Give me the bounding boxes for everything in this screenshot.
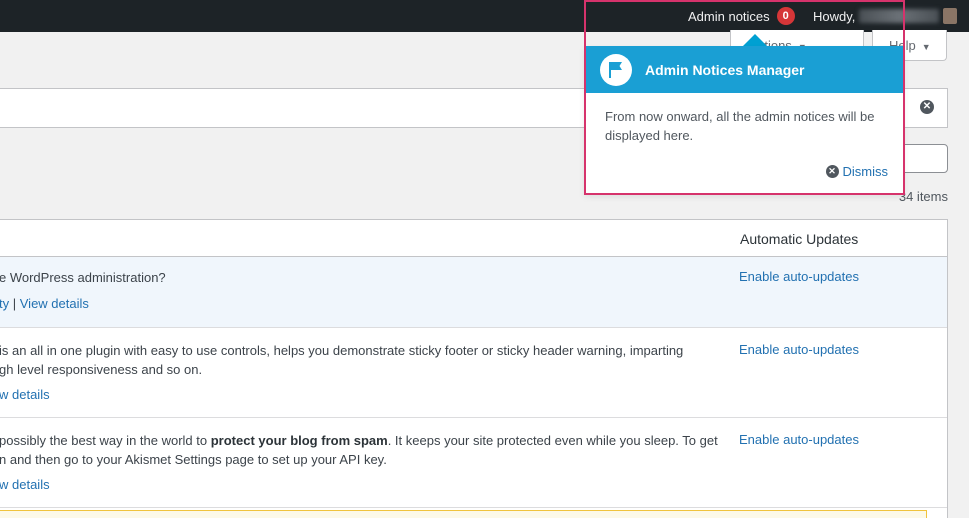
row-action-link[interactable]: ty (0, 296, 9, 311)
dismiss-label: Dismiss (842, 164, 889, 179)
account-menu[interactable]: Howdy, (813, 0, 958, 32)
close-circle-icon[interactable]: ✕ (920, 100, 934, 114)
plugin-description: possibly the best way in the world to pr… (0, 433, 718, 448)
popover-header: Admin Notices Manager (584, 46, 904, 93)
search-plugins-input[interactable] (898, 144, 948, 173)
popover-arrow (743, 34, 767, 46)
update-notice-row (0, 510, 927, 518)
admin-notices-popover: Admin Notices Manager From now onward, a… (584, 46, 904, 194)
caret-down-icon: ▼ (921, 42, 931, 52)
table-row: e WordPress administration? ty | View de… (0, 257, 947, 328)
avatar (943, 8, 958, 24)
plugins-table: Automatic Updates e WordPress administra… (0, 219, 948, 518)
plugin-description: is an all in one plugin with easy to use… (0, 343, 684, 358)
admin-notices-count-badge: 0 (776, 7, 795, 25)
admin-notices-menu[interactable]: Admin notices 0 (678, 0, 805, 32)
table-row: is an all in one plugin with easy to use… (0, 328, 947, 418)
enable-auto-updates-link[interactable]: Enable auto-updates (739, 342, 859, 357)
admin-notices-label: Admin notices (688, 8, 770, 24)
column-automatic-updates: Automatic Updates (740, 231, 859, 247)
view-details-link[interactable]: w details (0, 477, 50, 492)
view-details-link[interactable]: View details (20, 296, 89, 311)
enable-auto-updates-link[interactable]: Enable auto-updates (739, 269, 859, 284)
plugin-description: e WordPress administration? (0, 270, 166, 285)
admin-bar: Admin notices 0 Howdy, (0, 0, 969, 32)
items-count: 34 items (898, 189, 948, 204)
blurred-username (859, 9, 940, 23)
view-details-link[interactable]: w details (0, 387, 50, 402)
table-row: possibly the best way in the world to pr… (0, 418, 947, 508)
plugin-description-line2: gh level responsiveness and so on. (0, 362, 203, 377)
table-header: Automatic Updates (0, 220, 947, 257)
close-circle-icon: ✕ (825, 165, 839, 178)
dismiss-button[interactable]: ✕ Dismiss (825, 164, 889, 179)
popover-body: From now onward, all the admin notices w… (605, 109, 875, 143)
plugin-description-line2: n and then go to your Akismet Settings p… (0, 452, 387, 467)
howdy-label: Howdy, (813, 8, 856, 24)
enable-auto-updates-link[interactable]: Enable auto-updates (739, 432, 859, 447)
flag-icon (600, 53, 632, 86)
popover-title: Admin Notices Manager (645, 61, 805, 78)
row-actions: ty | View details (0, 296, 89, 311)
